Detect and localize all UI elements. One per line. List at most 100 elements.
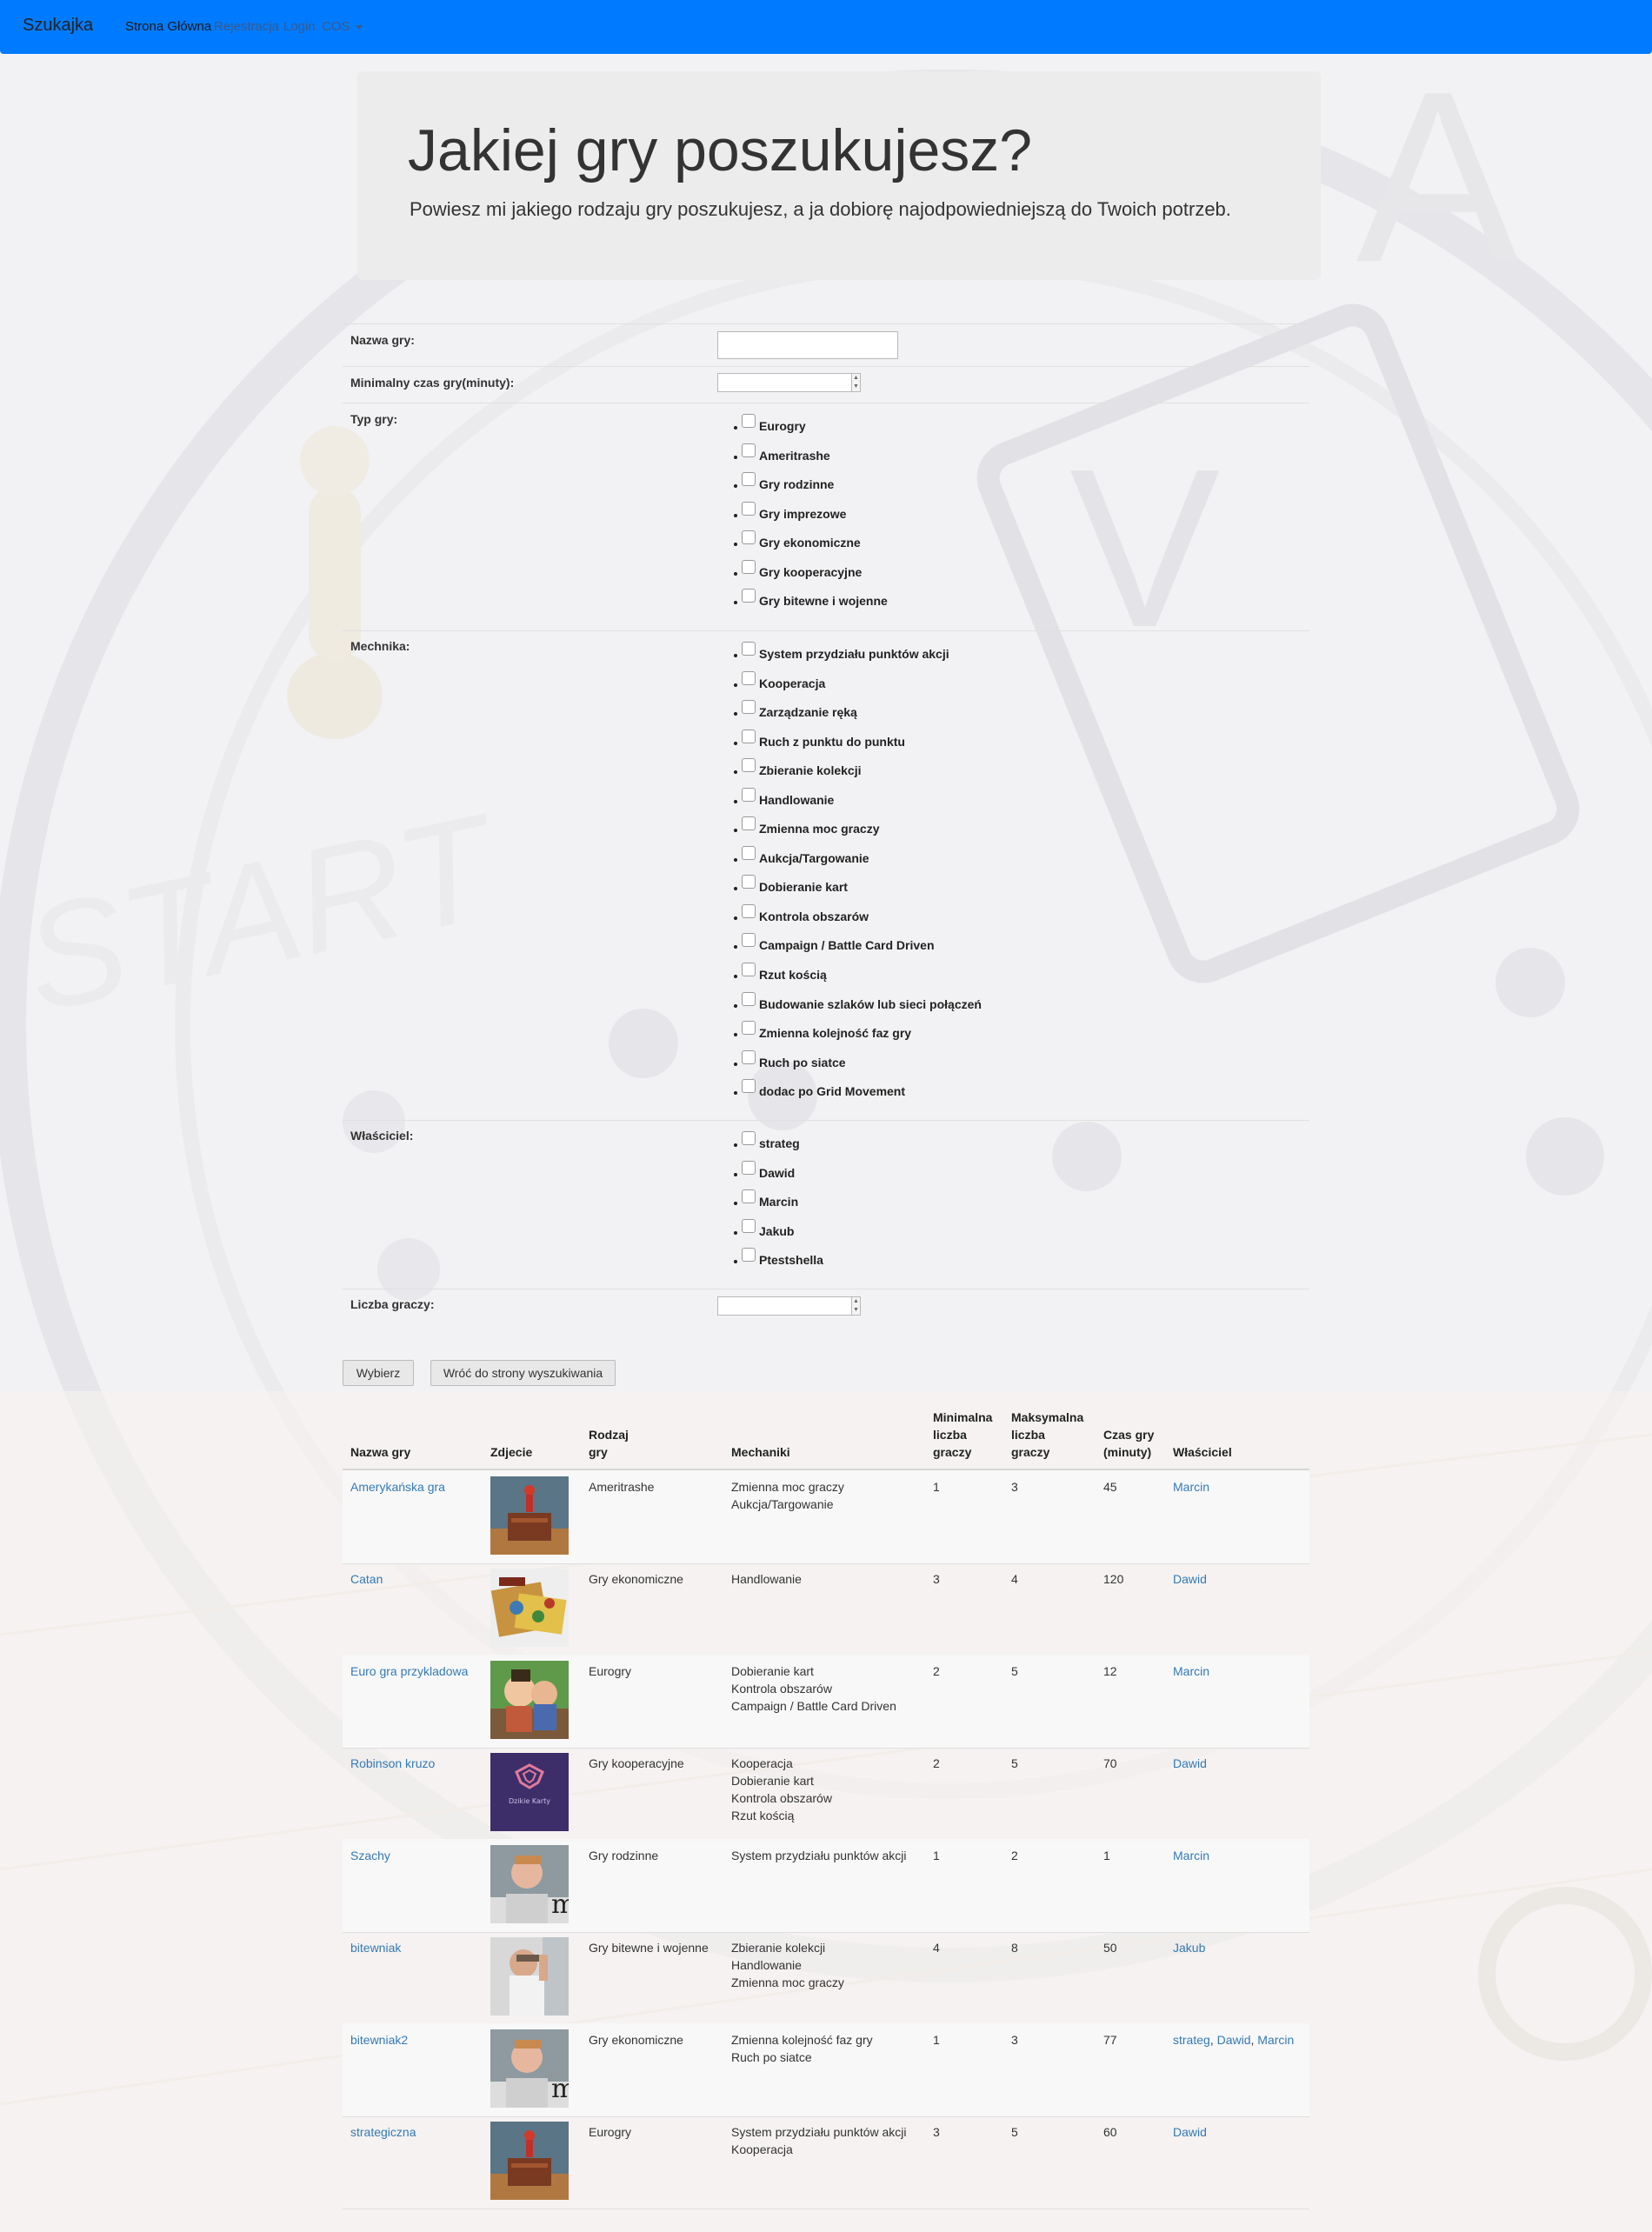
game-type: Gry bitewne i wojenne — [589, 1941, 709, 1955]
game-name-link[interactable]: Szachy — [350, 1847, 390, 1864]
mechanic-checkbox[interactable] — [742, 642, 756, 656]
game-name-link[interactable]: Euro gra przykladowa — [350, 1662, 468, 1680]
nav-login[interactable]: Login — [283, 19, 316, 34]
owner-link[interactable]: Marcin — [1173, 1480, 1209, 1494]
owner-link[interactable]: Dawid — [1173, 1572, 1207, 1586]
mechanic-checkbox[interactable] — [742, 875, 756, 889]
back-to-search-button[interactable]: Wróć do strony wyszukiwania — [430, 1360, 616, 1386]
name-input[interactable] — [717, 331, 898, 359]
play-time: 1 — [1103, 1849, 1110, 1862]
owner-option-label: strateg — [759, 1136, 800, 1150]
game-name-link[interactable]: Robinson kruzo — [350, 1755, 435, 1772]
game-thumbnail[interactable] — [490, 1937, 569, 2015]
nav-home[interactable]: Strona Główna — [125, 19, 211, 34]
owner-option-label: Ptestshella — [759, 1253, 823, 1268]
game-thumbnail[interactable] — [490, 1661, 569, 1739]
spinner-arrows-icon[interactable]: ▲ ▼ — [851, 373, 861, 392]
mechanic-checkbox[interactable] — [742, 700, 756, 715]
mechanic-option-label: Ruch po siatce — [759, 1055, 846, 1069]
game-name-link[interactable]: bitewniak — [350, 1939, 401, 1956]
owner-checkbox[interactable] — [742, 1131, 756, 1145]
game-name-link[interactable]: Amerykańska gra — [350, 1478, 445, 1496]
brand-link[interactable]: Szukajka — [23, 16, 93, 36]
mechanic-checkbox[interactable] — [742, 670, 756, 685]
type-checkbox[interactable] — [742, 501, 756, 516]
game-name-link[interactable]: bitewniak2 — [350, 2031, 408, 2049]
play-time: 70 — [1103, 1756, 1117, 1770]
th-max-players: Maksymalna liczba graczy — [1011, 1409, 1083, 1461]
mechanic-option-label: Zarządzanie ręką — [759, 705, 857, 720]
game-thumbnail[interactable] — [490, 2122, 569, 2200]
type-checkbox[interactable] — [742, 530, 756, 545]
mechanic-checkbox[interactable] — [742, 729, 756, 743]
owner-link[interactable]: Marcin — [1173, 1849, 1209, 1862]
owner-checkbox[interactable] — [742, 1189, 756, 1204]
mechanic-checkbox[interactable] — [742, 1021, 756, 1036]
owner-link[interactable]: Dawid — [1217, 2033, 1251, 2047]
owner-link[interactable]: Jakub — [1173, 1941, 1205, 1955]
type-checkbox[interactable] — [742, 559, 756, 574]
mechanic-checkbox[interactable] — [742, 1049, 756, 1064]
game-type: Eurogry — [589, 1664, 632, 1678]
mechanic-checkbox[interactable] — [742, 933, 756, 948]
owner-link[interactable]: Marcin — [1173, 1664, 1209, 1678]
mechanic-item: Campaign / Battle Card Driven — [731, 1699, 896, 1713]
owner-link[interactable]: Dawid — [1173, 1756, 1207, 1770]
th-photo: Zdjecie — [490, 1445, 533, 1459]
mechanic-checkbox[interactable] — [742, 991, 756, 1006]
owner-checkbox[interactable] — [742, 1248, 756, 1263]
owner-link[interactable]: Dawid — [1173, 2125, 1207, 2139]
type-checkbox[interactable] — [742, 443, 756, 457]
max-players: 3 — [1011, 1480, 1018, 1494]
nav-dropdown-cos[interactable]: COS — [322, 19, 363, 34]
game-thumbnail[interactable] — [490, 1476, 569, 1555]
mechanic-checkbox[interactable] — [742, 963, 756, 977]
table-row: bitewniak2 m Gry ekonomiczne Zmienna kolejn… — [343, 2023, 1309, 2117]
mechanic-checkbox[interactable] — [742, 903, 756, 918]
spinner-arrows-icon[interactable]: ▲ ▼ — [851, 1296, 861, 1316]
owner-checkbox[interactable] — [742, 1160, 756, 1175]
mechanic-item: Dobieranie kart — [731, 1774, 814, 1788]
mechanic-checkbox[interactable] — [742, 816, 756, 831]
game-thumbnail[interactable]: Dzikie Karty — [490, 1753, 569, 1831]
owner-checkbox[interactable] — [742, 1218, 756, 1233]
mechanic-checkbox[interactable] — [742, 787, 756, 802]
mechanic-checkbox[interactable] — [742, 1079, 756, 1094]
table-row: Szachy m Gry rodzinne System przydziału pun… — [343, 1839, 1309, 1933]
mechanic-checkbox[interactable] — [742, 845, 756, 860]
game-type: Gry kooperacyjne — [589, 1756, 684, 1770]
table-row: strategiczna Eurogry System przydziału pun… — [343, 2115, 1309, 2209]
players-label: Liczba graczy: — [350, 1297, 435, 1311]
game-thumbnail[interactable]: m — [490, 1845, 569, 1923]
max-players: 4 — [1011, 1572, 1018, 1586]
page-title: Jakiej gry poszukujesz? — [408, 117, 1033, 183]
game-name-link[interactable]: Catan — [350, 1570, 383, 1588]
th-min-line: liczba — [933, 1428, 967, 1442]
owner-link[interactable]: strateg — [1173, 2033, 1210, 2047]
form-row-min-time: Minimalny czas gry(minuty): ▲ ▼ — [343, 366, 1309, 403]
players-input[interactable]: ▲ ▼ — [717, 1296, 861, 1316]
mechanic-item: Ruch po siatce — [731, 2050, 812, 2064]
th-name: Nazwa gry — [350, 1445, 411, 1459]
game-thumbnail[interactable]: m — [490, 2029, 569, 2108]
mechanic-item: Zmienna kolejność faz gry — [731, 2033, 873, 2047]
game-name-link[interactable]: strategiczna — [350, 2123, 416, 2141]
type-checkbox[interactable] — [742, 414, 756, 428]
owner-link[interactable]: Marcin — [1257, 2033, 1294, 2047]
type-checkbox[interactable] — [742, 472, 756, 487]
game-owners: Jakub — [1173, 1939, 1205, 1956]
game-thumbnail[interactable] — [490, 1569, 569, 1647]
min-time-input[interactable]: ▲ ▼ — [717, 373, 861, 392]
mechanic-item: Zmienna moc graczy — [731, 1480, 844, 1494]
play-time: 120 — [1103, 1572, 1124, 1586]
type-checkbox[interactable] — [742, 589, 756, 603]
min-players: 1 — [933, 2033, 940, 2047]
table-row: bitewniak Gry bitewne i wojenne Zbieranie … — [343, 1931, 1309, 2025]
submit-button[interactable]: Wybierz — [343, 1360, 414, 1386]
name-label: Nazwa gry: — [350, 333, 415, 347]
th-max-line: liczba — [1011, 1428, 1045, 1442]
nav-register[interactable]: Rejestracja — [214, 19, 279, 34]
form-row-mechanics: Mechnika: System przydziału punktów akcj… — [343, 630, 1309, 1121]
type-option-label: Gry bitewne i wojenne — [759, 594, 888, 609]
mechanic-checkbox[interactable] — [742, 758, 756, 773]
